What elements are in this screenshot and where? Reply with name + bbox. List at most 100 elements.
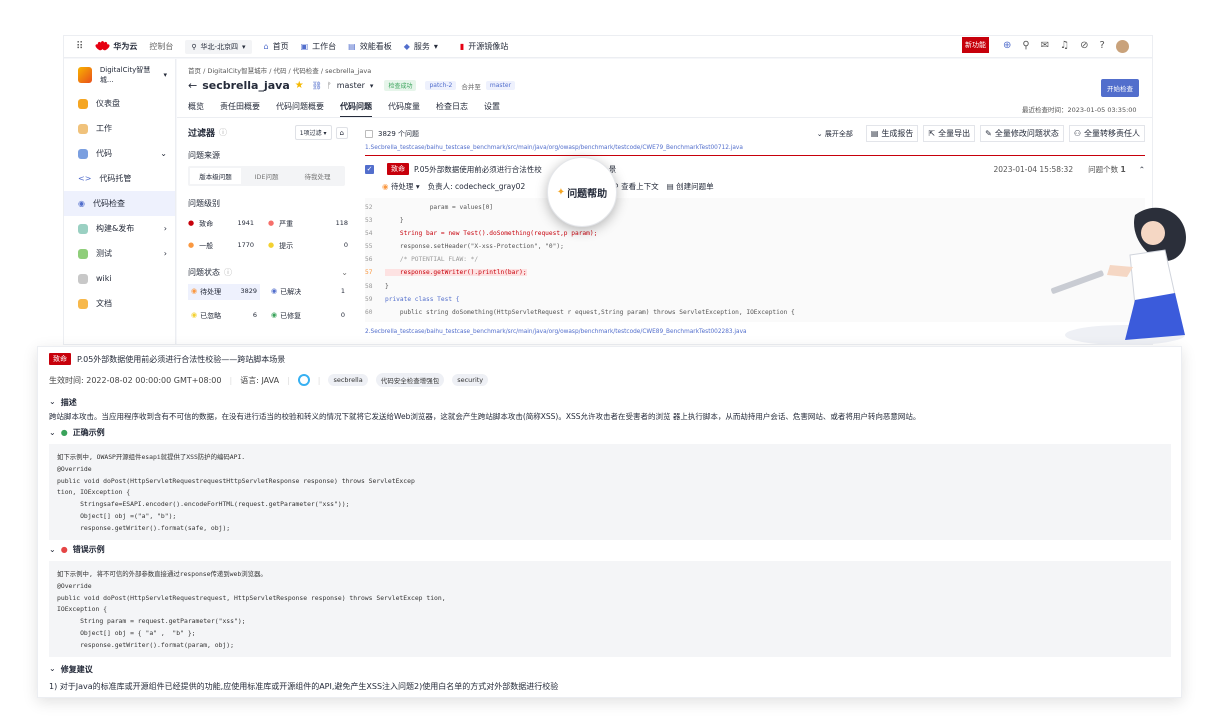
sidebar-item-wiki[interactable]: wiki xyxy=(64,266,175,291)
help-magnifier[interactable]: ✦ 问题帮助 xyxy=(547,157,617,227)
collapse-icon[interactable]: ⌃ xyxy=(1139,165,1145,174)
code-check-icon: ◉ xyxy=(78,199,85,208)
status-resolved[interactable]: ◉ 已解决 1 xyxy=(268,284,348,300)
sidebar-item-code-hosting[interactable]: <> 代码托管 xyxy=(64,166,175,191)
tab-check-log[interactable]: 检查日志 xyxy=(436,101,468,118)
nav-workbench[interactable]: ▣ 工作台 xyxy=(301,41,337,52)
expand-all-button[interactable]: ⌄ 展开全部 xyxy=(817,129,853,139)
console-link[interactable]: 控制台 xyxy=(149,41,173,52)
star-icon[interactable]: ★ xyxy=(295,80,304,91)
chevron-down-icon: ⌄ xyxy=(49,545,56,554)
wrong-section-toggle[interactable]: ⌄ ● 错误示例 xyxy=(49,544,105,555)
tab-responsibility[interactable]: 责任田概要 xyxy=(220,101,260,118)
sidebar-item-docs[interactable]: 文档 xyxy=(64,291,175,316)
brand-logo[interactable]: 华为云 xyxy=(94,40,137,53)
status-pending[interactable]: ◉ 待处理 3829 xyxy=(188,284,260,300)
tab-settings[interactable]: 设置 xyxy=(484,101,500,118)
nav-home[interactable]: ⌂ 首页 xyxy=(264,41,289,52)
nav-mirror[interactable]: ▮ 开源镜像站 xyxy=(460,41,508,52)
sidebar-item-test[interactable]: 测试 › xyxy=(64,241,175,266)
select-all-checkbox[interactable] xyxy=(365,129,373,138)
sidebar-item-build-release[interactable]: 构建&发布 › xyxy=(64,216,175,241)
file-path-1[interactable]: 1.Secbrella_testcase/baihu_testcase_benc… xyxy=(365,145,1145,151)
repo-name: secbrella_java xyxy=(202,79,290,92)
clear-filter-icon[interactable]: ⌂ xyxy=(335,126,348,139)
transfer-owner-button[interactable]: ⚇ 全量转移责任人 xyxy=(1068,125,1145,142)
issue-checkbox[interactable]: ✓ xyxy=(365,164,374,174)
source-tab-version[interactable]: 版本级问题 xyxy=(190,168,241,184)
project-selector[interactable]: DigitalCity智慧城... ▾ xyxy=(64,59,175,91)
dashboard-icon xyxy=(78,98,88,109)
check-icon[interactable]: ⊘ xyxy=(1080,40,1088,53)
start-check-button[interactable]: 开始检查 xyxy=(1101,79,1139,97)
source-tab-ide[interactable]: IDE问题 xyxy=(241,168,292,184)
breadcrumb[interactable]: 首页 / DigitalCity智慧城市 / 代码 / 代码检查 / secbr… xyxy=(188,65,371,75)
chevron-right-icon: › xyxy=(163,249,167,258)
filter-select[interactable]: 1项过滤 ▾ xyxy=(294,125,332,140)
nav-services[interactable]: ◆ 服务 ▾ xyxy=(404,41,438,52)
status-title: 问题状态 xyxy=(188,268,220,277)
level-general[interactable]: ● 一般 1770 xyxy=(188,241,268,251)
laptop-shape xyxy=(1051,270,1104,294)
source-tab-mine[interactable]: 待我处理 xyxy=(292,168,343,184)
detail-severity-badge: 致命 xyxy=(49,353,71,365)
tab-code-issues[interactable]: 代码问题 xyxy=(340,101,372,118)
apps-grid-icon[interactable]: ⠿ xyxy=(76,41,83,52)
level-fatal[interactable]: ● 致命 1941 xyxy=(188,219,268,229)
sidebar-item-code-check[interactable]: ◉ 代码检查 xyxy=(64,191,175,216)
link-icon[interactable]: ⛓ xyxy=(312,81,322,90)
sidebar-item-code[interactable]: 代码 ⌄ xyxy=(64,141,175,166)
build-icon xyxy=(78,223,88,234)
fix-section-toggle[interactable]: ⌄ 修复建议 xyxy=(49,664,93,675)
new-feature-badge[interactable]: 新功能 xyxy=(962,37,989,53)
create-ticket-button[interactable]: ▤ 创建问题单 xyxy=(667,181,714,192)
meta-divider: | xyxy=(317,375,321,385)
issue-actions: ◉ 待处理 ▾ 负责人: codecheck_gray02 ⚲ 查看上下文 ▤ … xyxy=(365,181,1145,192)
view-context-button[interactable]: ⚲ 查看上下文 xyxy=(613,181,658,192)
level-hint[interactable]: ● 提示 0 xyxy=(268,241,348,251)
add-icon[interactable]: ⊕ xyxy=(1003,40,1011,53)
dot-icon: ● xyxy=(268,219,275,227)
tab-code-metrics[interactable]: 代码度量 xyxy=(388,101,420,118)
target-branch-badge: master xyxy=(485,81,516,90)
issue-title[interactable]: P.05外部数据使用前必须进行合法性校 xyxy=(414,164,542,175)
sidebar: DigitalCity智慧城... ▾ 仪表盘 工作 代码 ⌄ <> 代码托管 ◉ 代… xyxy=(64,59,176,344)
tab-issue-summary[interactable]: 代码问题概要 xyxy=(276,101,324,118)
issue-help-button[interactable]: 问题帮助 xyxy=(567,185,607,200)
back-arrow-icon[interactable]: ← xyxy=(188,79,197,92)
correct-example-code: 如下示例中, OWASP开源组件esapi就提供了XSS防护的编码API. @O… xyxy=(49,444,1171,540)
desc-section-toggle[interactable]: ⌄ 描述 xyxy=(49,397,77,408)
bell-icon[interactable]: ♫ xyxy=(1060,40,1069,53)
correct-section-toggle[interactable]: ⌄ ● 正确示例 xyxy=(49,427,105,438)
issue-row[interactable]: ✓ 致命 P.05外部数据使用前必须进行合法性校 景 2023-01-04 15… xyxy=(365,163,1145,175)
last-check-time: 最近检查时间：2023-01-05 03:35:00 xyxy=(1022,106,1137,114)
region-selector[interactable]: ⚲ 华北-北京四 ▾ xyxy=(185,39,252,54)
sidebar-item-work[interactable]: 工作 xyxy=(64,116,175,141)
chevron-down-icon: ▾ xyxy=(242,42,246,51)
avatar[interactable] xyxy=(1115,40,1129,53)
export-icon: ⇱ xyxy=(928,129,936,138)
sidebar-item-dashboard[interactable]: 仪表盘 xyxy=(64,91,175,116)
mirror-icon: ▮ xyxy=(459,42,465,51)
status-fixed[interactable]: ◉ 已修复 0 xyxy=(268,308,348,324)
workbench-icon: ▣ xyxy=(300,42,309,51)
status-ignored[interactable]: ◉ 已忽略 6 xyxy=(188,308,260,324)
issue-status-dropdown[interactable]: ◉ 待处理 ▾ xyxy=(382,181,420,192)
search-icon[interactable]: ⚲ xyxy=(1022,40,1029,53)
nav-dashboard[interactable]: ▤ 效能看板 xyxy=(348,41,392,52)
modify-status-button[interactable]: ✎ 全量修改问题状态 xyxy=(980,125,1064,142)
branch-selector[interactable]: master xyxy=(337,81,365,90)
issue-count-label: 问题个数 1 xyxy=(1088,164,1126,174)
mail-icon[interactable]: ✉ xyxy=(1041,40,1049,53)
export-all-button[interactable]: ⇱ 全量导出 xyxy=(923,125,976,142)
chevron-down-icon: ▾ xyxy=(163,71,167,79)
chevron-down-icon[interactable]: ⌄ xyxy=(341,268,348,277)
tab-overview[interactable]: 概览 xyxy=(188,101,204,118)
help-icon[interactable]: ? xyxy=(1099,40,1104,53)
services-icon: ◆ xyxy=(403,42,410,51)
chevron-down-icon: ⌄ xyxy=(160,149,167,158)
dot-icon: ● xyxy=(188,219,195,227)
generate-report-button[interactable]: ▤ 生成报告 xyxy=(865,125,919,142)
level-serious[interactable]: ● 严重 118 xyxy=(268,219,348,229)
issue-owner[interactable]: 负责人: codecheck_gray02 xyxy=(428,181,526,192)
